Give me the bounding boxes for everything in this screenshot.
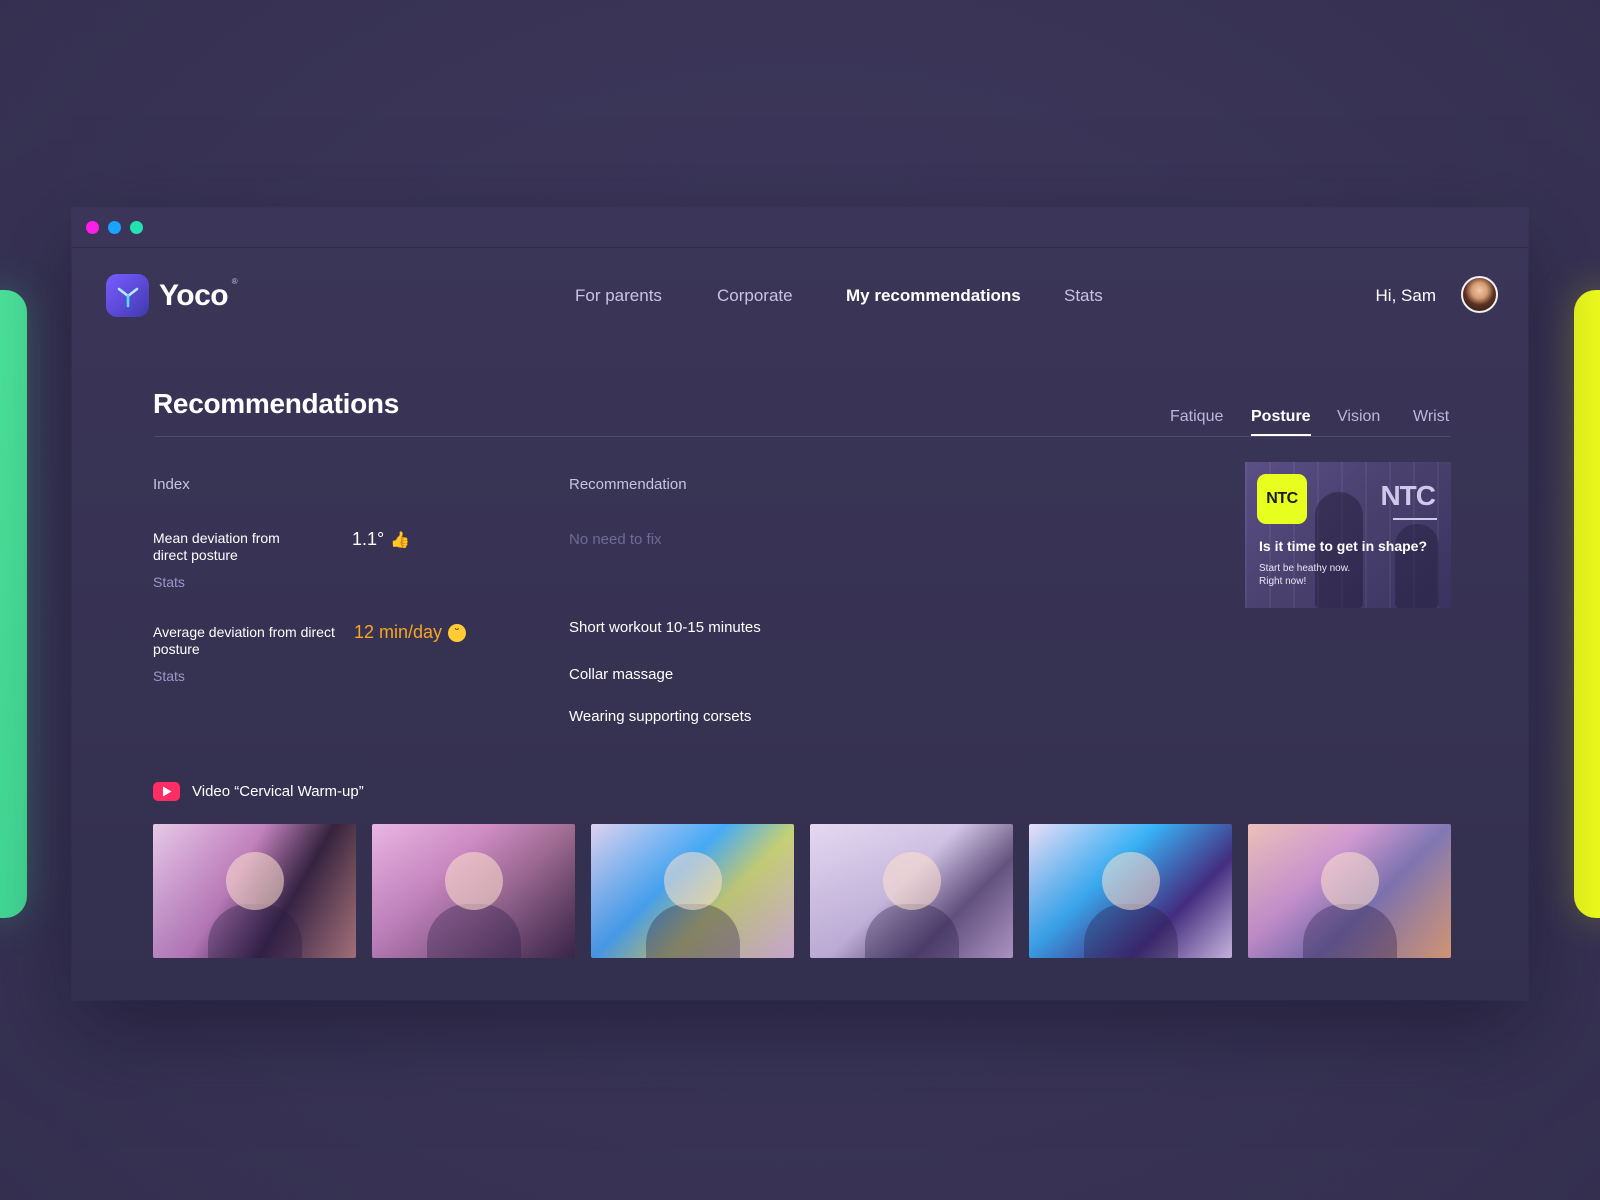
brand-name: Yoco ® (159, 276, 238, 312)
ntc-promo-banner[interactable]: NTC NTC Is it time to get in shape? Star… (1245, 462, 1451, 608)
maximize-window-dot[interactable] (130, 221, 143, 234)
pensive-face-icon: ˘ (448, 623, 467, 642)
header-divider (154, 436, 1450, 437)
promo-subtext-line-2: Right now! (1259, 576, 1307, 587)
thumbnail-figure (225, 852, 284, 910)
metric-value-average-deviation: 12 min/day ˘ (354, 622, 467, 643)
video-thumbnail[interactable] (810, 824, 1013, 958)
thumbnail-figure (882, 852, 941, 910)
tab-posture-label: Posture (1251, 408, 1311, 425)
yoco-logo-icon (106, 274, 149, 317)
nav-my-recommendations[interactable]: My recommendations (846, 286, 1021, 306)
video-section-header[interactable]: Video “Cervical Warm-up” (153, 782, 364, 801)
recommendation-supporting-corsets[interactable]: Wearing supporting corsets (569, 708, 751, 725)
promo-subtext-line-1: Start be heathy now. (1259, 563, 1351, 574)
recommendation-no-fix: No need to fix (569, 531, 662, 548)
thumbnail-figure (1320, 852, 1379, 910)
metric-value-text: 12 min/day (354, 622, 443, 642)
metric-label-mean-deviation: Mean deviation from direct posture (153, 530, 280, 563)
tab-fatique[interactable]: Fatique (1170, 408, 1223, 426)
registered-mark: ® (231, 276, 238, 286)
stats-link-mean-deviation[interactable]: Stats (153, 574, 185, 590)
side-card-left (0, 290, 27, 918)
tab-wrist[interactable]: Wrist (1413, 408, 1449, 426)
tab-vision[interactable]: Vision (1337, 408, 1380, 426)
video-thumbnail[interactable] (153, 824, 356, 958)
thumbnail-figure (444, 852, 503, 910)
video-thumbnail[interactable] (1029, 824, 1232, 958)
stats-link-average-deviation[interactable]: Stats (153, 668, 185, 684)
window-titlebar (72, 208, 1528, 248)
video-thumbnail-strip (153, 824, 1451, 958)
thumbnail-figure (663, 852, 722, 910)
tab-posture[interactable]: Posture (1251, 408, 1311, 436)
side-card-right (1574, 290, 1600, 918)
ntc-wall-logo: NTC (1380, 480, 1436, 511)
thumbnail-figure (1101, 852, 1160, 910)
promo-headline: Is it time to get in shape? (1259, 538, 1428, 554)
recommendation-short-workout[interactable]: Short workout 10-15 minutes (569, 619, 761, 636)
close-window-dot[interactable] (86, 221, 99, 234)
index-column-header: Index (153, 476, 190, 493)
user-greeting: Hi, Sam (1375, 286, 1436, 305)
recommendation-column-header: Recommendation (569, 476, 687, 493)
video-title: Video “Cervical Warm-up” (192, 783, 364, 800)
metric-value-text: 1.1° (352, 529, 385, 549)
thumbs-up-icon: 👍 (390, 531, 411, 549)
video-thumbnail[interactable] (372, 824, 575, 958)
page-title: Recommendations (153, 388, 399, 419)
play-icon (153, 782, 180, 801)
nav-for-parents[interactable]: For parents (575, 286, 662, 306)
video-thumbnail[interactable] (1248, 824, 1451, 958)
promo-athlete-figure (1395, 524, 1439, 608)
ntc-logo-underline (1393, 518, 1437, 520)
video-thumbnail[interactable] (591, 824, 794, 958)
promo-subtext: Start be heathy now. Right now! (1259, 562, 1350, 588)
recommendation-collar-massage[interactable]: Collar massage (569, 666, 673, 683)
app-window: Yoco ® For parents Corporate My recommend… (72, 208, 1528, 1000)
metric-label-average-deviation: Average deviation from direct posture (153, 624, 335, 657)
minimize-window-dot[interactable] (108, 221, 121, 234)
nav-stats[interactable]: Stats (1064, 286, 1103, 306)
category-tabs: Fatique Posture Vision Wrist (1170, 408, 1450, 438)
ntc-app-icon: NTC (1257, 474, 1307, 524)
top-navbar: Yoco ® For parents Corporate My recommend… (72, 248, 1528, 348)
avatar[interactable] (1461, 276, 1498, 313)
nav-corporate[interactable]: Corporate (717, 286, 793, 306)
brand-logo[interactable]: Yoco ® (106, 274, 238, 317)
ntc-badge-text: NTC (1266, 490, 1298, 507)
metric-value-mean-deviation: 1.1° 👍 (352, 529, 410, 550)
